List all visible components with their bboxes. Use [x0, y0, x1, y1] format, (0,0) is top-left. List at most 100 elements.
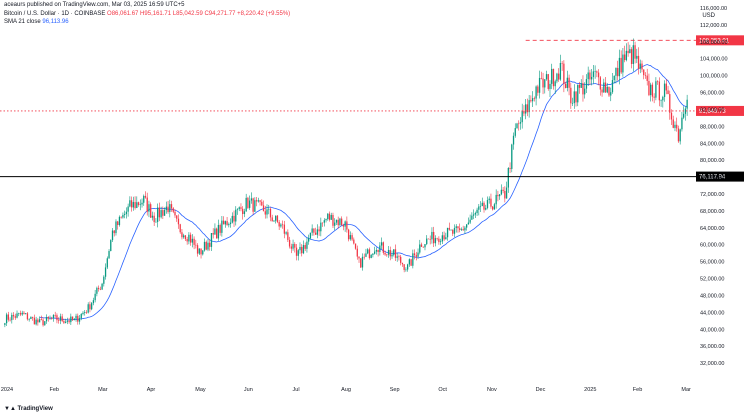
candle: [410, 258, 412, 266]
symbol-legend[interactable]: Bitcoin / U.S. Dollar · 1D · COINBASE O8…: [4, 11, 290, 17]
candle-body: [604, 82, 607, 93]
candle-body: [224, 221, 226, 225]
candle: [37, 318, 39, 326]
candle: [639, 59, 641, 74]
candle-body: [151, 215, 154, 218]
candle: [297, 249, 299, 261]
candle: [594, 65, 596, 79]
time-tick-label: May: [195, 387, 206, 393]
candle: [14, 313, 16, 320]
candle: [228, 222, 230, 228]
candle: [644, 72, 647, 79]
candle: [118, 215, 121, 227]
candle-body: [578, 84, 581, 88]
candle-body: [238, 207, 240, 210]
candle: [360, 257, 362, 268]
candle-body: [82, 312, 84, 314]
candle: [75, 313, 77, 322]
candle: [179, 223, 181, 234]
candle-body: [167, 206, 169, 212]
candle: [533, 96, 536, 102]
candle-body: [49, 318, 51, 320]
currency-label[interactable]: USD: [702, 13, 715, 19]
ohlc-values: O86,061.67 H95,161.71 L85,042.59 C94,271…: [107, 11, 291, 17]
candle-body: [181, 232, 183, 238]
candle: [523, 105, 525, 117]
candle: [391, 250, 393, 259]
candle-body: [311, 228, 313, 233]
candle-body: [233, 215, 235, 222]
candle-body: [623, 54, 626, 61]
price-tick-label: 52,000.00: [700, 277, 724, 283]
candle: [4, 322, 6, 328]
candle: [18, 312, 20, 317]
candle-body: [9, 319, 11, 321]
candle-body: [573, 91, 575, 104]
candle: [570, 82, 572, 109]
candle: [561, 61, 563, 71]
candle: [379, 242, 381, 256]
candle-body: [110, 240, 112, 252]
time-axis[interactable]: 2024 Feb Mar Apr May Jun Jul Aug Sep Oct Nov Dec 202…: [1, 387, 691, 393]
candle-body: [641, 63, 643, 70]
candle-body: [111, 230, 114, 241]
time-tick-label: Sep: [390, 387, 400, 393]
price-chart[interactable]: 108,353.0191,649.7376,117.94 116,000.001…: [0, 0, 745, 414]
candle-body: [505, 187, 508, 199]
ma-label[interactable]: SMA 21 close: [4, 19, 41, 25]
candle: [353, 237, 355, 245]
candle: [11, 312, 13, 324]
candle: [110, 239, 112, 252]
candle: [620, 50, 622, 75]
candle-body: [44, 321, 46, 326]
candle-body: [528, 100, 530, 113]
candle-body: [500, 189, 503, 195]
candle-body: [302, 245, 305, 254]
candle-body: [594, 71, 596, 72]
candle-body: [648, 80, 650, 96]
candle: [212, 228, 214, 239]
candle-body: [349, 235, 351, 240]
price-tick-label: 84,000.00: [700, 141, 724, 147]
indicator-legend[interactable]: SMA 21 close 96,113.96: [4, 19, 69, 25]
time-tick-label: Oct: [438, 387, 447, 393]
candle: [184, 235, 187, 241]
candle-body: [504, 190, 506, 199]
candle-body: [485, 207, 487, 210]
candle: [632, 38, 634, 72]
candle-body: [281, 224, 284, 226]
candle: [25, 313, 27, 315]
candle-body: [28, 318, 30, 320]
candle-body: [155, 221, 157, 223]
candle: [603, 78, 605, 93]
candle: [44, 321, 46, 326]
candle: [518, 120, 520, 131]
candle: [580, 79, 582, 88]
candle-body: [257, 200, 259, 202]
price-axis[interactable]: 116,000.00 112,000.00 108,000.00 104,000.00…: [700, 6, 728, 367]
candle: [542, 72, 544, 95]
candle: [492, 205, 494, 211]
candle: [308, 234, 310, 245]
symbol-title[interactable]: Bitcoin / U.S. Dollar · 1D · COINBASE: [4, 11, 105, 17]
candle-body: [203, 241, 206, 251]
candle: [136, 196, 138, 209]
candle-body: [367, 249, 369, 254]
candle-body: [538, 77, 541, 93]
candle: [634, 41, 636, 64]
candle: [281, 220, 284, 229]
time-tick-label: Jun: [244, 387, 253, 393]
candle: [71, 316, 74, 321]
candle: [351, 232, 353, 242]
candle: [66, 317, 69, 325]
tradingview-logo[interactable]: ▼▲ TradingView: [4, 406, 53, 412]
candle-body: [47, 317, 49, 319]
candle: [327, 213, 329, 221]
candle: [676, 117, 678, 132]
candle-body: [268, 208, 270, 210]
candle: [683, 106, 685, 120]
candle-body: [625, 50, 628, 61]
candle-body: [75, 315, 77, 319]
candle-body: [663, 83, 666, 97]
candle-body: [174, 211, 176, 216]
